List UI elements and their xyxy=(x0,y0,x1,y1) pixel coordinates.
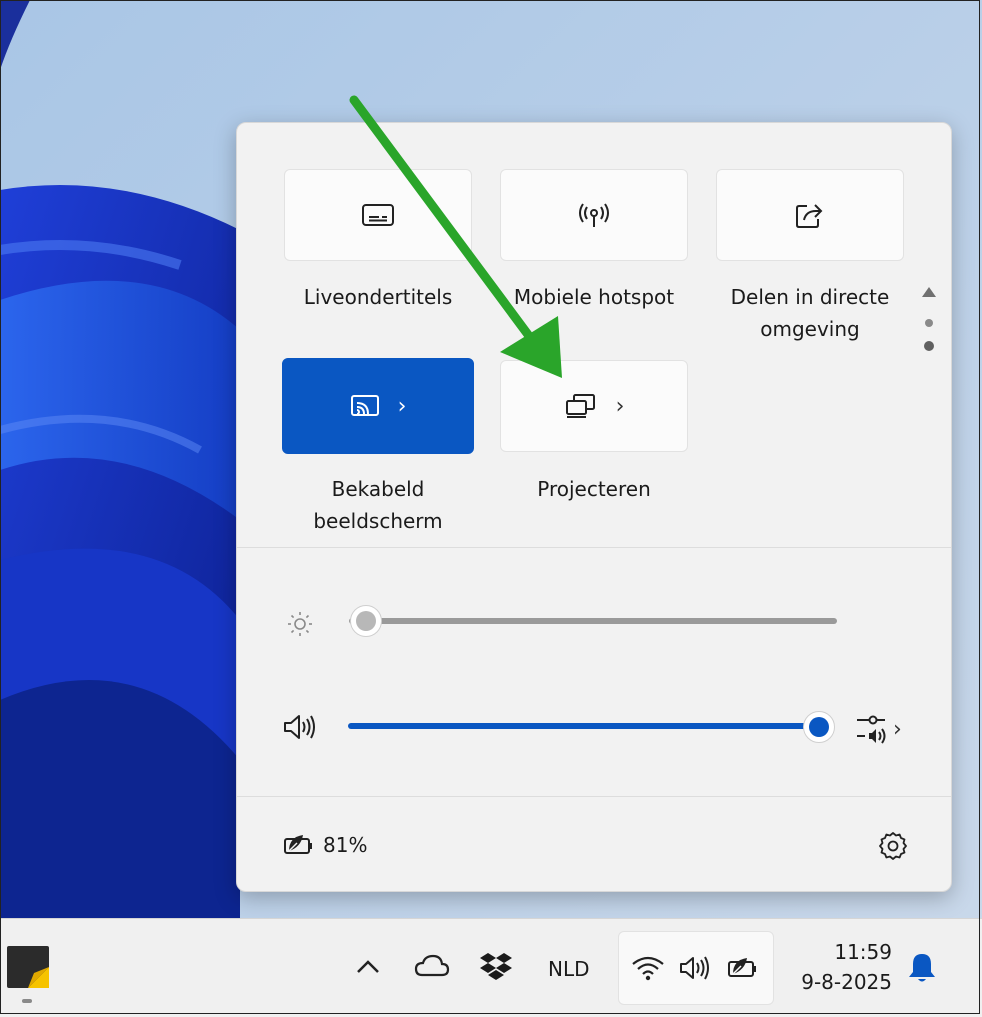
battery-status[interactable]: 81% xyxy=(283,831,367,859)
battery-percentage: 81% xyxy=(323,833,368,857)
brightness-icon xyxy=(288,612,312,636)
share-icon xyxy=(796,204,823,228)
clock-date: 9-8-2025 xyxy=(801,970,892,994)
divider xyxy=(237,796,951,797)
project-icon xyxy=(565,394,595,418)
input-language-indicator[interactable]: NLD xyxy=(548,957,590,981)
volume-slider-track[interactable] xyxy=(348,723,818,729)
notification-bell-icon[interactable] xyxy=(906,951,938,985)
wifi-icon xyxy=(632,956,664,981)
clock[interactable]: 11:59 9-8-2025 xyxy=(788,937,892,997)
cast-icon xyxy=(350,395,379,416)
divider xyxy=(237,547,951,548)
onedrive-icon[interactable] xyxy=(414,953,450,979)
battery-saver-icon xyxy=(284,835,312,854)
dropbox-icon[interactable] xyxy=(479,951,513,981)
page-dot[interactable] xyxy=(925,319,933,327)
page-indicator[interactable] xyxy=(920,283,938,355)
chevron-right-icon: › xyxy=(893,716,902,742)
taskbar: NLD 11:59 9-8-2025 xyxy=(0,918,982,1017)
chevron-right-icon[interactable]: › xyxy=(616,394,625,419)
annotation-arrow xyxy=(349,95,562,378)
system-tray-button[interactable] xyxy=(618,931,774,1005)
running-indicator xyxy=(22,999,32,1003)
nearby-sharing-tile[interactable] xyxy=(716,169,904,261)
tile-label-wired-display: Bekabeld beeldscherm xyxy=(268,473,488,537)
tile-label-line: omgeving xyxy=(760,317,860,341)
hotspot-icon xyxy=(579,203,609,227)
page-up-arrow-icon[interactable] xyxy=(922,287,936,297)
tile-label-line: Delen in directe xyxy=(730,285,890,309)
tile-label-nearby-sharing: Delen in directe omgeving xyxy=(700,281,920,345)
volume-mixer-button[interactable]: › xyxy=(855,712,902,746)
brightness-slider-thumb[interactable] xyxy=(350,605,382,637)
speaker-icon[interactable] xyxy=(282,712,318,742)
volume-mixer-icon xyxy=(857,715,886,744)
volume-slider-thumb[interactable] xyxy=(803,711,835,743)
thumb-center xyxy=(356,611,376,631)
tile-label-line: beeldscherm xyxy=(313,509,443,533)
gear-icon[interactable] xyxy=(877,830,909,862)
speaker-icon xyxy=(680,956,709,980)
chevron-up-icon[interactable] xyxy=(355,957,381,977)
brightness-slider-track[interactable] xyxy=(349,618,837,624)
page-dot-current[interactable] xyxy=(924,341,934,351)
battery-saver-icon xyxy=(728,958,756,977)
chevron-right-icon[interactable]: › xyxy=(398,394,407,419)
tile-label-line: Bekabeld xyxy=(331,477,425,501)
tile-label-project: Projecteren xyxy=(537,477,651,501)
clock-time: 11:59 xyxy=(834,940,892,964)
thumb-center xyxy=(809,717,829,737)
sticky-notes-app-icon[interactable] xyxy=(6,945,50,989)
